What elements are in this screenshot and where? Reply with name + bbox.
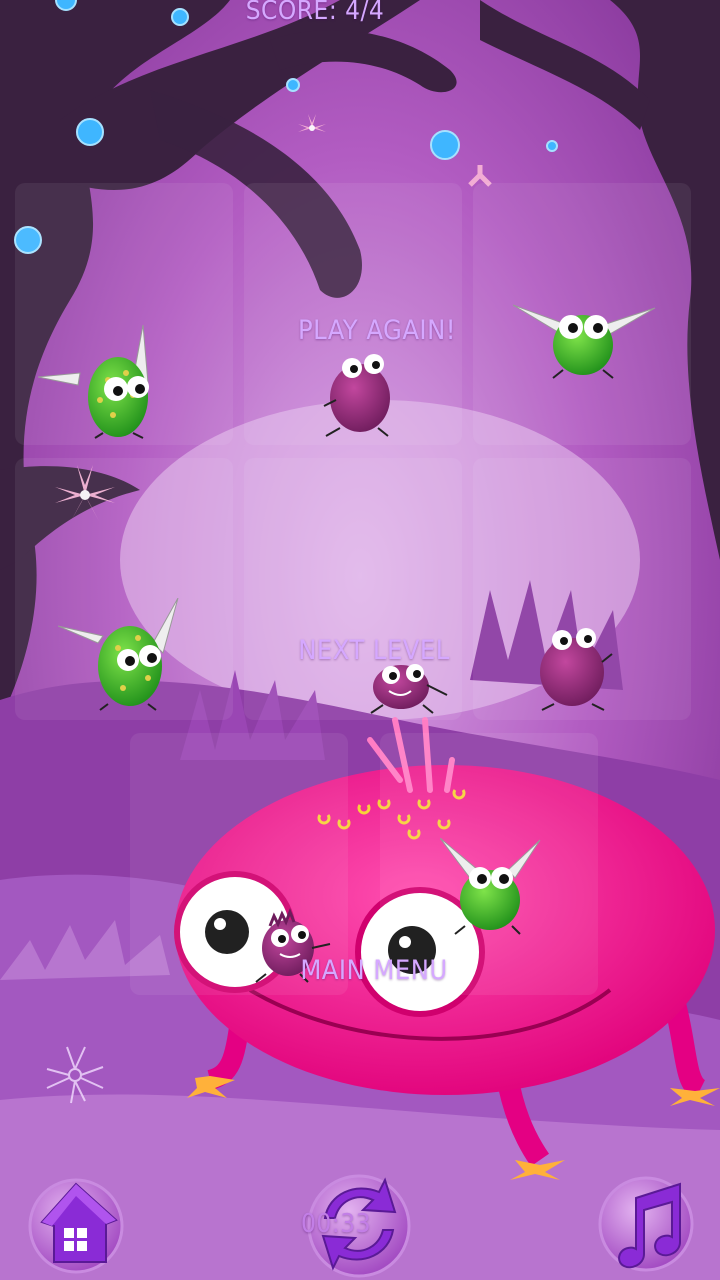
green-fly — [513, 304, 656, 379]
purple-bug — [323, 354, 390, 437]
next-level-button[interactable]: NEXT LEVEL — [270, 635, 478, 666]
score-text: SCORE: 4/4 — [245, 0, 385, 26]
timer-text: 00:33 — [301, 1209, 371, 1239]
play-again-button[interactable]: PLAY AGAIN! — [270, 315, 484, 346]
main-menu-button[interactable]: MAIN MENU — [270, 955, 478, 986]
green-bug — [38, 325, 149, 439]
music-button[interactable] — [596, 1170, 701, 1275]
green-fly — [440, 838, 541, 935]
home-button[interactable] — [24, 1170, 129, 1275]
purple-bug — [540, 628, 613, 711]
green-bug — [58, 598, 179, 711]
